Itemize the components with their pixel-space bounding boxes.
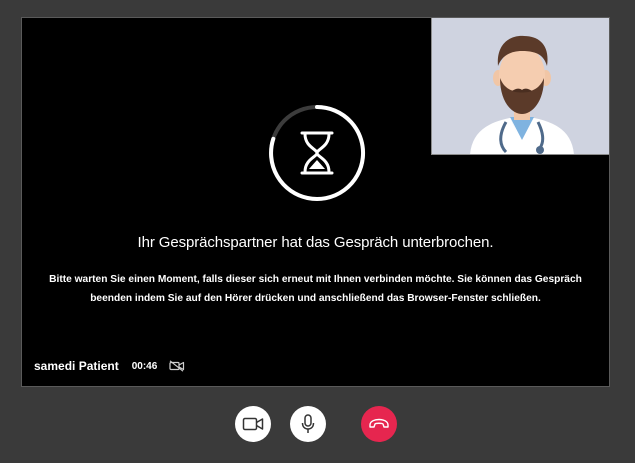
call-status-message-line2: beenden indem Sie auf den Hörer drücken … bbox=[90, 293, 541, 304]
call-status-message-line1: Bitte warten Sie einen Moment, falls die… bbox=[49, 274, 582, 285]
hourglass-icon bbox=[300, 131, 334, 175]
call-status-message: Bitte warten Sie einen Moment, falls die… bbox=[32, 270, 599, 308]
microphone-toggle-button[interactable] bbox=[290, 406, 326, 442]
call-timer: 00:46 bbox=[131, 360, 158, 372]
video-stage: Ihr Gesprächspartner hat das Gespräch un… bbox=[21, 17, 610, 387]
call-status-title: Ihr Gesprächspartner hat das Gespräch un… bbox=[137, 234, 494, 251]
hangup-button[interactable] bbox=[361, 406, 397, 442]
doctor-avatar bbox=[470, 35, 574, 154]
call-controls bbox=[0, 406, 635, 442]
microphone-icon bbox=[301, 414, 315, 433]
participant-name: samedi Patient bbox=[34, 359, 119, 373]
camera-off-icon bbox=[169, 360, 185, 372]
participant-status-bar: samedi Patient 00:46 bbox=[34, 359, 185, 373]
phone-hangup-icon bbox=[369, 418, 389, 428]
camera-icon bbox=[242, 417, 264, 431]
hourglass-spinner bbox=[269, 105, 366, 201]
camera-toggle-button[interactable] bbox=[235, 406, 271, 442]
remote-video-preview[interactable] bbox=[431, 18, 609, 155]
